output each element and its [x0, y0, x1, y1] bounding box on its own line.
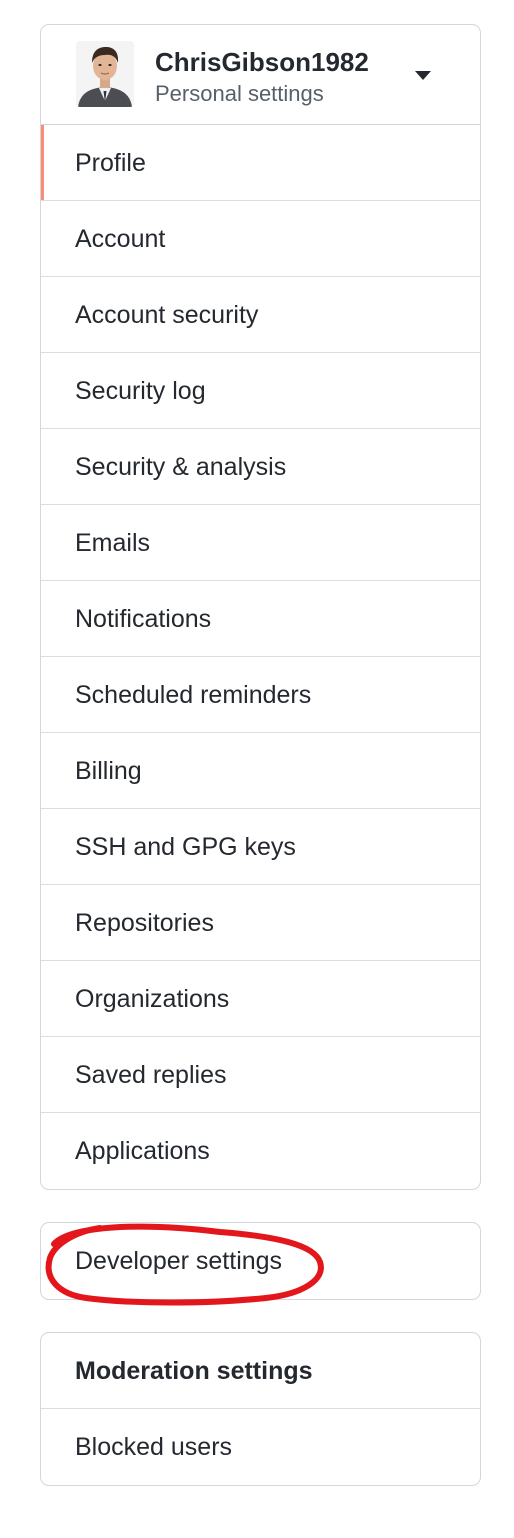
avatar	[76, 41, 134, 107]
nav-item-security-analysis[interactable]: Security & analysis	[41, 429, 480, 505]
nav-item-repositories[interactable]: Repositories	[41, 885, 480, 961]
nav-item-security-log[interactable]: Security log	[41, 353, 480, 429]
nav-item-profile[interactable]: Profile	[41, 125, 480, 201]
nav-item-scheduled-reminders[interactable]: Scheduled reminders	[41, 657, 480, 733]
settings-nav-panel: ChrisGibson1982 Personal settings Profil…	[40, 24, 481, 1190]
moderation-settings-heading: Moderation settings	[41, 1333, 480, 1409]
account-switcher[interactable]: ChrisGibson1982 Personal settings	[41, 25, 480, 125]
nav-item-saved-replies[interactable]: Saved replies	[41, 1037, 480, 1113]
developer-settings-panel: Developer settings	[40, 1222, 481, 1300]
username: ChrisGibson1982	[155, 47, 369, 77]
nav-item-ssh-gpg-keys[interactable]: SSH and GPG keys	[41, 809, 480, 885]
moderation-settings-panel: Moderation settings Blocked users	[40, 1332, 481, 1486]
nav-item-emails[interactable]: Emails	[41, 505, 480, 581]
nav-item-account-security[interactable]: Account security	[41, 277, 480, 353]
nav-item-notifications[interactable]: Notifications	[41, 581, 480, 657]
nav-item-applications[interactable]: Applications	[41, 1113, 480, 1189]
nav-item-blocked-users[interactable]: Blocked users	[41, 1409, 480, 1485]
caret-down-icon[interactable]	[415, 71, 431, 80]
nav-item-billing[interactable]: Billing	[41, 733, 480, 809]
nav-item-organizations[interactable]: Organizations	[41, 961, 480, 1037]
nav-item-developer-settings[interactable]: Developer settings	[41, 1223, 480, 1299]
context-subtitle: Personal settings	[155, 81, 324, 106]
nav-item-account[interactable]: Account	[41, 201, 480, 277]
